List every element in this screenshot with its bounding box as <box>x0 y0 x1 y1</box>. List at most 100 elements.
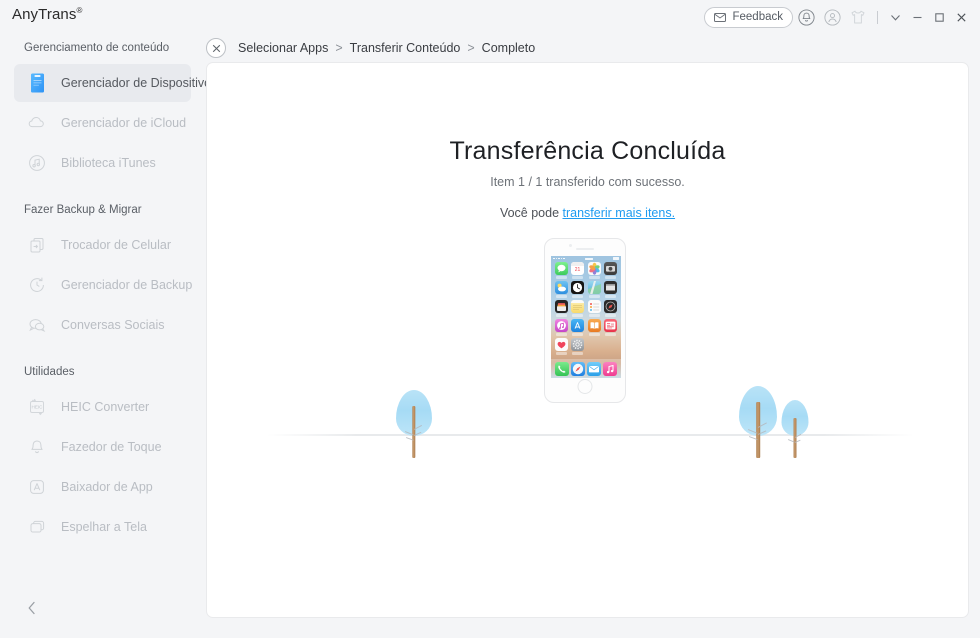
app-icon-calendar: 21 <box>571 262 585 279</box>
registered-mark: ® <box>76 6 83 15</box>
home-button <box>577 379 593 394</box>
sidebar-item-phone-switcher[interactable]: Trocador de Celular <box>14 226 191 264</box>
sidebar: Gerenciamento de conteúdo Gerenciador de… <box>0 30 211 638</box>
device-icon <box>24 70 50 96</box>
status-time <box>584 257 593 260</box>
sidebar-item-social-messages[interactable]: Conversas Sociais <box>14 306 191 344</box>
anytrans-window: AnyTrans® Feedback Gerenciamento de cont… <box>0 0 980 638</box>
ios-dock <box>551 359 621 378</box>
app-icon-clock <box>571 281 585 298</box>
sidebar-item-label: Gerenciador de Backup <box>61 278 193 292</box>
minimize-icon[interactable] <box>906 5 928 29</box>
app-icon-messages <box>554 262 568 279</box>
transfer-more-prefix: Você pode <box>499 206 563 220</box>
app-icon-camera <box>604 262 618 279</box>
sidebar-item-backup-manager[interactable]: Gerenciador de Backup <box>14 266 193 304</box>
window-controls-group: Feedback <box>704 5 972 29</box>
dock-icon-safari <box>571 361 585 376</box>
sidebar-item-label: Trocador de Celular <box>61 238 172 252</box>
sidebar-item-label: HEIC Converter <box>61 400 150 414</box>
ios-status-bar <box>551 256 621 261</box>
dock-icon-music <box>603 361 617 376</box>
transfer-more-link[interactable]: transferir mais itens. <box>563 206 676 220</box>
sidebar-item-ringtone-maker[interactable]: Fazedor de Toque <box>14 428 191 466</box>
sidebar-item-label: Biblioteca iTunes <box>61 156 156 170</box>
sidebar-item-device-manager[interactable]: Gerenciador de Dispositivo <box>14 64 211 102</box>
sidebar-item-label: Espelhar a Tela <box>61 520 147 534</box>
sidebar-item-screen-mirror[interactable]: Espelhar a Tela <box>14 508 191 546</box>
breadcrumb: Selecionar Apps > Transferir Conteúdo > … <box>206 36 535 60</box>
chat-bubbles-icon <box>24 312 50 338</box>
front-camera-dot <box>569 244 572 247</box>
completion-illustration: 21 <box>207 238 970 458</box>
breadcrumb-step-complete[interactable]: Completo <box>482 41 536 55</box>
collapse-sidebar-icon[interactable] <box>20 596 44 620</box>
transfer-more-line: Você pode transferir mais itens. <box>207 206 968 220</box>
sidebar-section-title: Gerenciamento de conteúdo <box>24 42 170 54</box>
control-divider <box>877 10 878 24</box>
app-icon-settings <box>571 338 585 355</box>
breadcrumb-separator: > <box>467 41 475 55</box>
battery-icon <box>613 257 619 260</box>
app-brand: AnyTrans® <box>12 6 82 23</box>
signal-dots-icon <box>553 257 565 260</box>
breadcrumb-step-select-apps[interactable]: Selecionar Apps <box>238 41 328 55</box>
sidebar-item-heic-converter[interactable]: HEIC HEIC Converter <box>14 388 191 426</box>
ground-line <box>267 434 914 436</box>
app-icon-health <box>554 338 568 355</box>
app-icon-reminders <box>587 300 601 317</box>
phone-switcher-icon <box>24 232 50 258</box>
feedback-button[interactable]: Feedback <box>704 6 793 28</box>
app-store-icon <box>24 474 50 500</box>
app-icon-videos <box>604 281 618 298</box>
maximize-icon[interactable] <box>928 5 950 29</box>
sidebar-section-title: Fazer Backup & Migrar <box>24 204 142 216</box>
sidebar-item-itunes-library[interactable]: Biblioteca iTunes <box>14 144 191 182</box>
feedback-label: Feedback <box>732 11 783 23</box>
app-icon-ibooks <box>587 319 601 336</box>
sidebar-item-label: Conversas Sociais <box>61 318 165 332</box>
home-screen-app-grid: 21 <box>554 262 618 355</box>
tshirt-store-icon[interactable] <box>845 5 871 29</box>
close-task-icon[interactable] <box>206 38 226 58</box>
app-icon-notes <box>571 300 585 317</box>
sidebar-item-label: Fazedor de Toque <box>61 440 162 454</box>
phone-screen: 21 <box>551 256 621 378</box>
user-account-icon[interactable] <box>819 5 845 29</box>
transfer-status-text: Item 1 / 1 transferido com sucesso. <box>490 175 685 189</box>
envelope-icon <box>714 12 727 22</box>
svg-text:HEIC: HEIC <box>32 405 44 410</box>
page-title: Transferência Concluída <box>449 137 726 165</box>
app-icon-photos <box>587 262 601 279</box>
sidebar-item-icloud-manager[interactable]: Gerenciador de iCloud <box>14 104 191 142</box>
app-icon-maps <box>587 281 601 298</box>
sidebar-section-title: Utilidades <box>24 366 75 378</box>
app-icon-itunes-store <box>554 319 568 336</box>
breadcrumb-step-transfer-content[interactable]: Transferir Conteúdo <box>350 41 461 55</box>
app-icon-app-store <box>571 319 585 336</box>
sidebar-item-label: Gerenciador de iCloud <box>61 116 187 130</box>
app-icon-weather <box>554 281 568 298</box>
backup-clock-icon <box>24 272 50 298</box>
tree-left <box>394 390 434 458</box>
close-icon[interactable] <box>950 5 972 29</box>
heic-convert-icon: HEIC <box>24 394 50 420</box>
app-icon-news <box>604 319 618 336</box>
dock-icon-phone <box>555 361 569 376</box>
screen-mirror-icon <box>24 514 50 540</box>
bell-icon[interactable] <box>793 5 819 29</box>
app-icon-compass <box>604 300 618 317</box>
dock-icon-mail <box>587 361 601 376</box>
tree-right-large <box>737 386 779 458</box>
bell-ringtone-icon <box>24 434 50 460</box>
sidebar-item-label: Gerenciador de Dispositivo <box>61 76 212 90</box>
title-bar: AnyTrans® Feedback <box>0 0 980 30</box>
earpiece-speaker <box>576 248 594 250</box>
sidebar-item-app-downloader[interactable]: Baixador de App <box>14 468 191 506</box>
main-panel: Transferência Concluída Item 1 / 1 trans… <box>206 62 969 618</box>
chevron-down-icon[interactable] <box>884 5 906 29</box>
iphone-illustration: 21 <box>544 238 626 403</box>
cloud-icon <box>24 110 50 136</box>
itunes-note-icon <box>24 150 50 176</box>
app-icon-wallet <box>554 300 568 317</box>
